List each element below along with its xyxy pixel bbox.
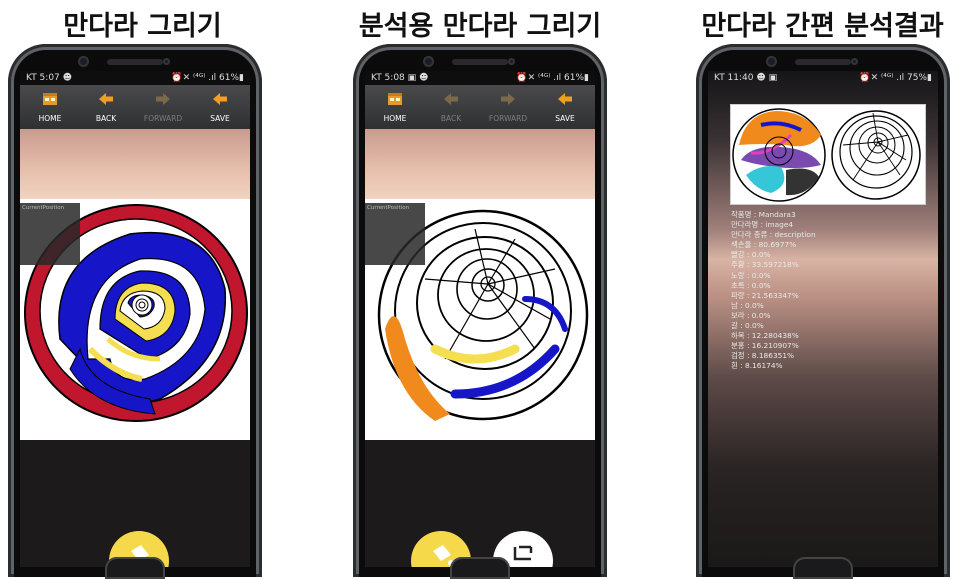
- save-button[interactable]: SAVE: [192, 87, 248, 127]
- home-hardware-button[interactable]: [793, 557, 853, 579]
- stat-line: 주황 : 33.597218%: [731, 260, 799, 270]
- phone-1: KT 5:07 ☻ ⏰✕ ⁽⁴ᴳ⁾ .ıl 61%▮ HOME BACK FOR…: [8, 44, 262, 579]
- stat-line: 갈 : 0.0%: [731, 321, 764, 331]
- home-hardware-button[interactable]: [105, 557, 165, 579]
- status-right: ⏰✕ ⁽⁴ᴳ⁾ .ıl 61%▮: [516, 73, 589, 83]
- home-button[interactable]: HOME: [367, 87, 423, 127]
- stat-line: 하목 : 12.280438%: [731, 331, 799, 341]
- save-label: SAVE: [555, 114, 575, 123]
- status-left: KT 5:08 ▣ ☻: [371, 73, 429, 83]
- drawing-canvas[interactable]: CurrentPosition: [20, 199, 250, 440]
- current-position-label: CurrentPosition: [367, 205, 410, 211]
- stat-line: 색손율 : 80.6977%: [731, 240, 797, 250]
- caption-mandala-drawing: 만다라 그리기: [63, 11, 222, 42]
- stat-line: 흰 : 8.16174%: [731, 361, 783, 371]
- screen-analysis-result: KT 11:40 ☻ ▣ ⏰✕ ⁽⁴ᴳ⁾ .ıl 75%▮ 작품명: Mand…: [708, 71, 938, 567]
- stat-line: 작품명 : Mandara3: [731, 210, 796, 219]
- home-label: HOME: [383, 114, 407, 123]
- save-icon: [213, 93, 227, 105]
- screen-analysis-drawing: KT 5:08 ▣ ☻ ⏰✕ ⁽⁴ᴳ⁾ .ıl 61%▮ HOME BACK F…: [365, 71, 595, 567]
- colored-mandala-thumbnail: [732, 108, 826, 202]
- phone-2: KT 5:08 ▣ ☻ ⏰✕ ⁽⁴ᴳ⁾ .ıl 61%▮ HOME BACK F…: [353, 44, 607, 579]
- home-label: HOME: [38, 114, 62, 123]
- stat-line: 노랑 : 0.0%: [731, 270, 771, 280]
- stat-line: 빨강 : 0.0%: [731, 250, 771, 260]
- stat-line: 검정 : 8.186351%: [731, 351, 795, 361]
- status-right: ⏰✕ ⁽⁴ᴳ⁾ .ıl 75%▮: [859, 73, 932, 83]
- toolbar: HOME BACK FORWARD SAVE: [20, 85, 250, 129]
- caption-analysis-result: 만다라 간편 분석결과: [701, 11, 944, 42]
- forward-arrow-icon: [501, 93, 515, 105]
- current-position-box: CurrentPosition: [20, 203, 80, 265]
- bottom-panel: [365, 440, 595, 567]
- stat-line: 남 : 0.0%: [731, 300, 764, 310]
- back-arrow-icon: [444, 93, 458, 105]
- forward-label: FORWARD: [488, 114, 528, 123]
- current-position-box: CurrentPosition: [365, 203, 425, 265]
- home-button[interactable]: HOME: [22, 87, 78, 127]
- stat-line: 만다라명 : image4: [731, 220, 794, 230]
- save-label: SAVE: [210, 114, 230, 123]
- bottom-panel: [20, 440, 250, 567]
- forward-button[interactable]: FORWARD: [135, 87, 191, 127]
- back-button[interactable]: BACK: [423, 87, 479, 127]
- caption-analysis-drawing: 분석용 만다라 그리기: [358, 11, 602, 42]
- status-left: KT 11:40 ☻ ▣: [714, 73, 778, 83]
- peach-banner: [20, 129, 250, 199]
- back-button[interactable]: BACK: [78, 87, 134, 127]
- stat-line: 만다라 종류 : description: [731, 230, 816, 240]
- screen-drawing: KT 5:07 ☻ ⏰✕ ⁽⁴ᴳ⁾ .ıl 61%▮ HOME BACK FOR…: [20, 71, 250, 567]
- phone-3: KT 11:40 ☻ ▣ ⏰✕ ⁽⁴ᴳ⁾ .ıl 75%▮ 작품명: Mand…: [696, 44, 950, 579]
- toolbar: HOME BACK FORWARD SAVE: [365, 85, 595, 129]
- current-position-label: CurrentPosition: [22, 205, 65, 211]
- forward-label: FORWARD: [143, 114, 183, 123]
- status-bar: KT 5:07 ☻ ⏰✕ ⁽⁴ᴳ⁾ .ıl 61%▮: [20, 71, 250, 85]
- save-button[interactable]: SAVE: [537, 87, 593, 127]
- stat-line: 보라 : 0.0%: [731, 310, 771, 320]
- status-left: KT 5:07 ☻: [26, 73, 73, 83]
- forward-button[interactable]: FORWARD: [480, 87, 536, 127]
- stat-line: 파랑 : 21.563347%: [731, 290, 799, 300]
- forward-arrow-icon: [156, 93, 170, 105]
- status-right: ⏰✕ ⁽⁴ᴳ⁾ .ıl 61%▮: [171, 73, 244, 83]
- stat-line: 초록 : 0.0%: [731, 280, 771, 290]
- mandala-thumbnails: [731, 105, 925, 204]
- back-label: BACK: [440, 114, 462, 123]
- home-icon: [388, 93, 402, 105]
- save-icon: [558, 93, 572, 105]
- status-bar: KT 11:40 ☻ ▣ ⏰✕ ⁽⁴ᴳ⁾ .ıl 75%▮: [708, 71, 938, 85]
- back-arrow-icon: [99, 93, 113, 105]
- back-label: BACK: [95, 114, 117, 123]
- analysis-stats: 작품명 : Mandara3 만다라명 : image4 만다라 종류 : de…: [731, 210, 816, 372]
- drawing-canvas[interactable]: CurrentPosition: [365, 199, 595, 440]
- peach-banner: [365, 129, 595, 199]
- home-icon: [43, 93, 57, 105]
- status-bar: KT 5:08 ▣ ☻ ⏰✕ ⁽⁴ᴳ⁾ .ıl 61%▮: [365, 71, 595, 85]
- outline-mandala-thumbnail: [831, 110, 921, 200]
- stat-line: 분홍 : 16.210907%: [731, 341, 799, 351]
- home-hardware-button[interactable]: [450, 557, 510, 579]
